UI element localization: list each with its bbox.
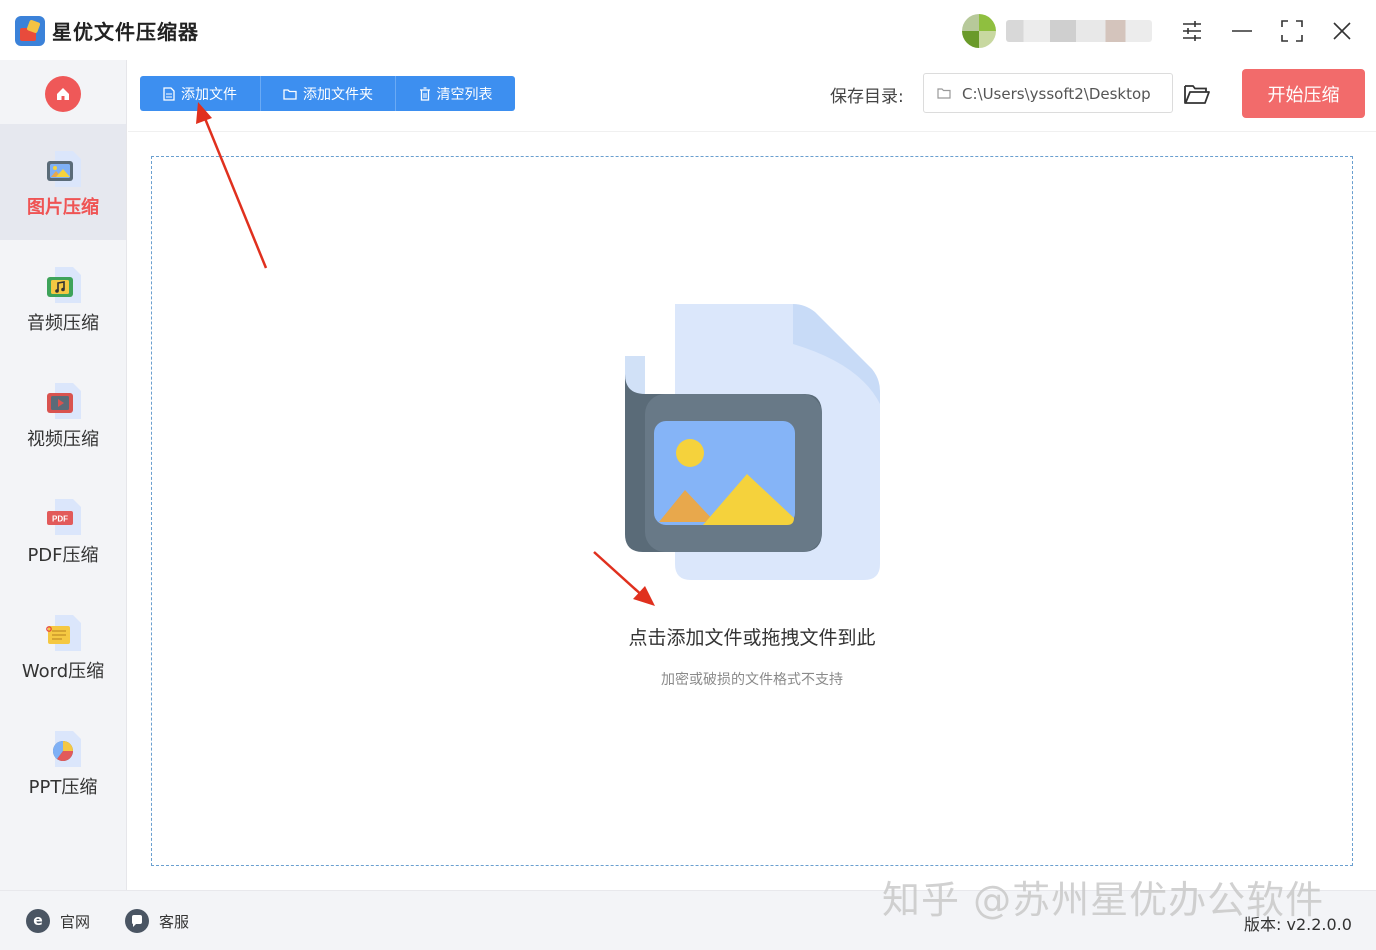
- close-button[interactable]: [1325, 14, 1359, 48]
- browse-folder-button[interactable]: [1182, 80, 1212, 108]
- sidebar-item-label: Word压缩: [21, 661, 105, 682]
- clear-list-button[interactable]: 清空列表: [395, 76, 515, 111]
- sidebar-item-label: PPT压缩: [28, 777, 98, 798]
- video-file-icon: [47, 383, 81, 419]
- website-link[interactable]: e 官网: [26, 908, 90, 934]
- add-file-button[interactable]: 添加文件: [140, 76, 260, 111]
- sidebar-item-audio[interactable]: 音频压缩: [0, 240, 126, 356]
- maximize-button[interactable]: [1275, 14, 1309, 48]
- ie-icon: e: [26, 909, 50, 933]
- app-logo-icon: [15, 16, 45, 46]
- clear-list-label: 清空列表: [436, 86, 493, 103]
- audio-file-icon: [47, 267, 81, 303]
- support-label: 客服: [159, 912, 190, 931]
- save-directory-label: 保存目录:: [830, 87, 904, 107]
- save-directory-field[interactable]: C:\Users\yssoft2\Desktop: [923, 73, 1173, 113]
- sidebar-item-ppt[interactable]: PPT压缩: [0, 704, 126, 820]
- ppt-file-icon: [53, 731, 81, 767]
- home-button[interactable]: [45, 76, 81, 112]
- maximize-icon: [1281, 20, 1303, 42]
- sidebar-item-video[interactable]: 视频压缩: [0, 356, 126, 472]
- sidebar: 图片压缩 音频压缩 视频压缩 PDF PDF压缩 Word压缩 PPT压缩: [0, 60, 127, 890]
- file-icon: [163, 86, 175, 101]
- home-icon: [57, 88, 69, 100]
- sidebar-item-word[interactable]: Word压缩: [0, 588, 126, 704]
- svg-text:PDF: PDF: [52, 515, 68, 524]
- pdf-file-icon: PDF: [47, 499, 81, 535]
- folder-outline-icon: [937, 88, 951, 99]
- folder-icon: [283, 88, 297, 100]
- file-drop-zone[interactable]: 点击添加文件或拖拽文件到此 加密或破损的文件格式不支持: [151, 156, 1353, 866]
- app-title: 星优文件压缩器: [52, 20, 199, 44]
- user-avatar[interactable]: [962, 14, 996, 48]
- sidebar-item-label: 视频压缩: [27, 429, 99, 450]
- start-compress-button[interactable]: 开始压缩: [1242, 69, 1365, 118]
- sidebar-item-label: PDF压缩: [27, 545, 99, 566]
- add-folder-label: 添加文件夹: [303, 86, 373, 103]
- title-bar: 星优文件压缩器: [0, 0, 1376, 60]
- trash-icon: [419, 86, 430, 101]
- image-file-illustration-icon: [625, 304, 880, 580]
- sidebar-item-label: 图片压缩: [27, 197, 99, 218]
- open-folder-icon: [1184, 85, 1210, 104]
- toolbar: 添加文件 添加文件夹 清空列表 保存目录: C:\Users\yssoft2\D…: [128, 60, 1376, 132]
- user-name-blurred[interactable]: [1006, 20, 1152, 42]
- support-link[interactable]: 客服: [125, 908, 189, 934]
- drop-hint: 点击添加文件或拖拽文件到此: [628, 627, 876, 649]
- add-file-label: 添加文件: [181, 86, 237, 103]
- settings-button[interactable]: [1175, 14, 1209, 48]
- website-label: 官网: [60, 912, 91, 931]
- image-file-icon: [47, 151, 81, 187]
- footer: e 官网 客服 知乎 @苏州星优办公软件 版本: v2.2.0.0: [0, 878, 1376, 950]
- file-button-group: 添加文件 添加文件夹 清空列表: [140, 76, 515, 111]
- sliders-icon: [1183, 21, 1201, 41]
- minimize-button[interactable]: [1225, 14, 1259, 48]
- add-folder-button[interactable]: 添加文件夹: [260, 76, 395, 111]
- drop-subhint: 加密或破损的文件格式不支持: [661, 672, 843, 688]
- sidebar-item-pdf[interactable]: PDF PDF压缩: [0, 472, 126, 588]
- sidebar-item-image[interactable]: 图片压缩: [0, 124, 126, 240]
- sidebar-item-label: 音频压缩: [27, 313, 99, 334]
- version-label: 版本: v2.2.0.0: [1244, 915, 1352, 934]
- minimize-icon: [1232, 30, 1252, 32]
- save-directory-value: C:\Users\yssoft2\Desktop: [962, 85, 1151, 103]
- close-icon: [1333, 22, 1351, 40]
- chat-bubble-icon: [125, 909, 149, 933]
- word-file-icon: [46, 615, 81, 651]
